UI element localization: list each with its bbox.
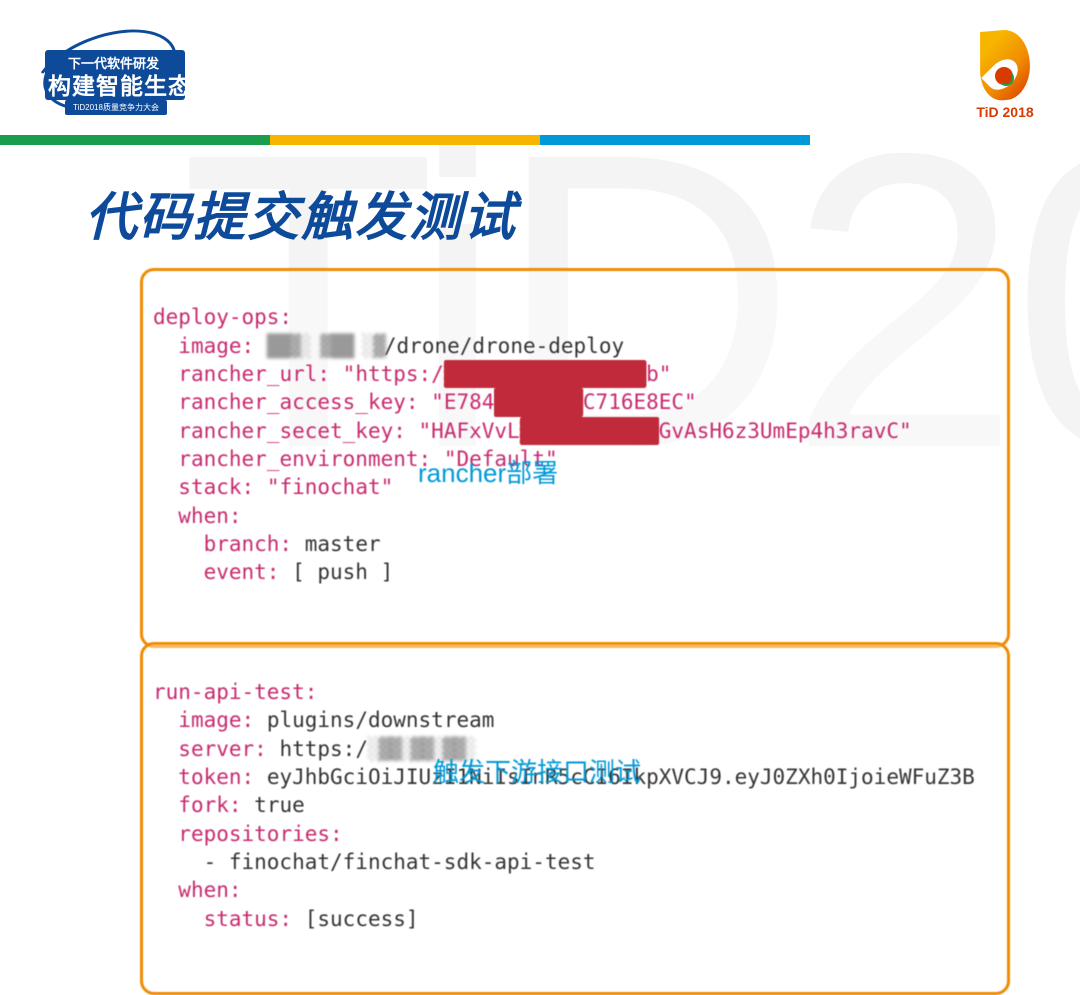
slide-title: 代码提交触发测试 xyxy=(85,175,517,250)
yaml-key: deploy-ops: xyxy=(153,305,292,329)
yaml-string: "https:/ xyxy=(343,362,444,386)
yaml-value: - finochat/finchat-sdk-api-test xyxy=(204,850,596,874)
yaml-value: https:/ xyxy=(279,737,368,761)
yaml-key: status: xyxy=(204,907,293,931)
yaml-value: plugins/downstream xyxy=(267,708,495,732)
yaml-key: rancher_access_key: xyxy=(178,390,418,414)
yaml-string: "HAFxVvL xyxy=(419,419,520,443)
yaml-value: [ push ] xyxy=(292,560,393,584)
redacted-block: ▓██▓▓██ xyxy=(494,388,583,416)
yaml-value: [success] xyxy=(305,907,419,931)
yaml-key: token: xyxy=(178,765,254,789)
code-box-deploy-ops: deploy-ops: image: ██▓░ ▓██ ░▓/drone/dro… xyxy=(140,268,1010,648)
yaml-key: stack: xyxy=(178,475,254,499)
event-label: TiD 2018 xyxy=(965,104,1045,120)
slide-header: 下一代软件研发 构建智能生态 TiD2018质量竞争力大会 TiD 2018 xyxy=(0,0,1080,145)
redacted-text: ██▓░ ▓██ ░▓ xyxy=(267,334,384,358)
yaml-string: GvAsH6z3UmEp4h3ravC" xyxy=(659,419,912,443)
yaml-key: rancher_environment: xyxy=(178,447,431,471)
yaml-key: rancher_url: xyxy=(178,362,330,386)
yaml-key: run-api-test: xyxy=(153,680,317,704)
redacted-block: ▓██▓▓██▓▓██ xyxy=(520,417,659,445)
yaml-key: branch: xyxy=(204,532,293,556)
yaml-string: C716E8EC" xyxy=(583,390,697,414)
code-area: deploy-ops: image: ██▓░ ▓██ ░▓/drone/dro… xyxy=(140,268,1010,995)
logo-title: 构建智能生态 xyxy=(48,67,192,101)
yaml-key: when: xyxy=(178,504,241,528)
yaml-key: repositories: xyxy=(178,822,342,846)
yaml-key: when: xyxy=(178,878,241,902)
yaml-value: true xyxy=(254,793,305,817)
annotation-rancher: rancher部署 xyxy=(418,456,558,491)
yaml-key: image: xyxy=(178,334,254,358)
code-box-run-api-test: run-api-test: image: plugins/downstream … xyxy=(140,642,1010,994)
yaml-key: server: xyxy=(178,737,267,761)
redacted-block: ▓██▓▓██▓▓██▓▓███ xyxy=(444,360,646,388)
color-stripe xyxy=(0,135,1080,145)
event-logo-left: 下一代软件研发 构建智能生态 TiD2018质量竞争力大会 xyxy=(30,25,200,120)
yaml-value: master xyxy=(305,532,381,556)
yaml-value: /drone/drone-deploy xyxy=(384,334,624,358)
yaml-key: image: xyxy=(178,708,254,732)
yaml-key: rancher_secet_key: xyxy=(178,419,406,443)
yaml-key: fork: xyxy=(178,793,241,817)
flame-icon xyxy=(970,25,1040,100)
logo-ribbon: TiD2018质量竞争力大会 xyxy=(65,100,167,115)
yaml-string: b" xyxy=(646,362,671,386)
yaml-key: event: xyxy=(204,560,280,584)
event-logo-right: TiD 2018 xyxy=(965,25,1045,120)
annotation-downstream: 触发下游接口测试 xyxy=(433,755,641,790)
yaml-string: "E784 xyxy=(431,390,494,414)
yaml-string: "finochat" xyxy=(267,475,393,499)
